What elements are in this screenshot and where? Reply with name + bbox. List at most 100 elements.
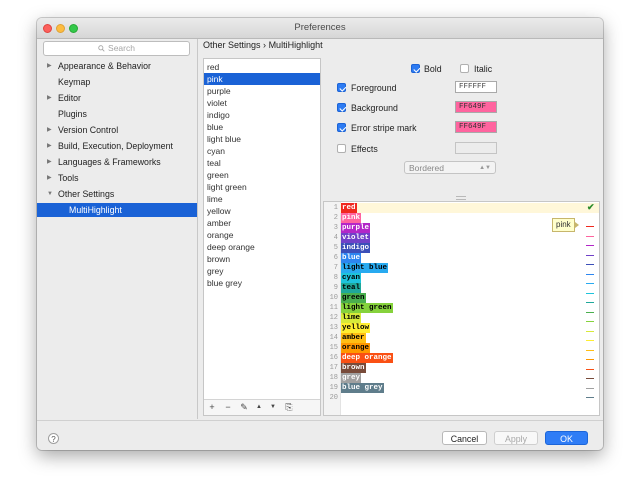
move-up-icon[interactable]: ▲ [252, 400, 266, 415]
error-stripe-mark[interactable] [586, 397, 594, 398]
preview-line: 14 amber [324, 333, 599, 343]
line-number: 13 [329, 324, 338, 332]
italic-label: Italic [474, 64, 493, 74]
zoom-window-icon[interactable] [69, 24, 78, 33]
effects-checkbox[interactable] [337, 144, 346, 153]
edit-icon[interactable]: ✎ [237, 400, 251, 415]
error-stripe-mark[interactable] [586, 311, 594, 313]
background-checkbox[interactable] [337, 103, 346, 112]
preview-line: 20 [324, 393, 599, 403]
sidebar-item-languages-frameworks[interactable]: ▶ Languages & Frameworks [37, 155, 197, 169]
error-stripe-mark[interactable] [586, 378, 594, 379]
error-stripe-mark[interactable] [586, 254, 594, 256]
error-stripe-mark[interactable] [586, 264, 594, 265]
error-stripe-mark[interactable] [586, 273, 594, 275]
highlight-preview-editor[interactable]: 1 red 2 pink 3 purple 4 violet 5 indigo 6 blue 7 ligh… [323, 201, 600, 416]
list-item[interactable]: light blue [204, 133, 320, 145]
list-item[interactable]: red [204, 61, 320, 73]
background-label: Background [351, 103, 398, 113]
sidebar-item-label: MultiHighlight [69, 205, 122, 215]
foreground-color-swatch[interactable]: FFFFFF [455, 81, 497, 93]
highlight-color-list[interactable]: red pink purple violet indigo blue light… [203, 58, 321, 416]
highlighted-word: purple [341, 223, 371, 233]
error-stripe-mark[interactable] [586, 387, 594, 389]
line-number: 5 [333, 244, 338, 252]
error-stripe-mark[interactable] [586, 283, 594, 284]
sidebar-item-other-settings[interactable]: ▼ Other Settings [37, 187, 197, 201]
list-item[interactable]: green [204, 169, 320, 181]
close-window-icon[interactable] [43, 24, 52, 33]
list-item[interactable]: amber [204, 217, 320, 229]
error-stripe-mark[interactable] [586, 235, 594, 237]
error-stripe-mark[interactable] [586, 349, 594, 351]
remove-icon[interactable]: − [221, 400, 235, 415]
bold-checkbox[interactable] [411, 64, 420, 73]
error-stripe-mark[interactable] [586, 330, 594, 332]
list-item[interactable]: yellow [204, 205, 320, 217]
sidebar-item-multihighlight[interactable]: MultiHighlight [37, 203, 197, 217]
error-stripe-mark[interactable] [586, 292, 594, 294]
list-item[interactable]: cyan [204, 145, 320, 157]
line-number: 16 [329, 354, 338, 362]
add-icon[interactable]: + [205, 400, 219, 415]
list-item[interactable]: lime [204, 193, 320, 205]
italic-checkbox[interactable] [460, 64, 469, 73]
list-item[interactable]: brown [204, 253, 320, 265]
error-stripe-mark[interactable] [586, 226, 594, 227]
breadcrumb-parent: Other Settings [203, 40, 261, 50]
error-stripe-color-swatch[interactable]: FF649F [455, 121, 497, 133]
list-item[interactable]: indigo [204, 109, 320, 121]
foreground-checkbox[interactable] [337, 83, 346, 92]
cancel-button[interactable]: Cancel [442, 431, 487, 445]
sidebar-item-build-execution-deployment[interactable]: ▶ Build, Execution, Deployment [37, 139, 197, 153]
list-item-label: lime [207, 194, 223, 204]
list-item[interactable]: blue [204, 121, 320, 133]
effects-color-swatch [455, 142, 497, 154]
list-item[interactable]: grey [204, 265, 320, 277]
line-number: 6 [333, 254, 338, 262]
sidebar-item-editor[interactable]: ▶ Editor [37, 91, 197, 105]
sidebar-item-plugins[interactable]: Plugins [37, 107, 197, 121]
list-item[interactable]: deep orange [204, 241, 320, 253]
apply-button[interactable]: Apply [494, 431, 538, 445]
list-item[interactable]: light green [204, 181, 320, 193]
ok-button[interactable]: OK [545, 431, 588, 445]
splitter-handle[interactable] [456, 196, 466, 200]
search-input[interactable]: Search [43, 41, 190, 56]
dialog-footer: ? Cancel Apply OK [37, 420, 603, 450]
list-item[interactable]: violet [204, 97, 320, 109]
error-stripe-mark[interactable] [586, 245, 594, 246]
error-stripe-mark[interactable] [586, 359, 594, 360]
highlighted-word: lime [341, 313, 362, 323]
list-item[interactable]: blue grey [204, 277, 320, 289]
error-stripe-mark[interactable] [586, 340, 594, 341]
effect-type-select[interactable]: Bordered ▲▼ [404, 161, 496, 174]
preview-line: 16 deep orange [324, 353, 599, 363]
error-stripe-mark[interactable] [586, 302, 594, 303]
sidebar-item-tools[interactable]: ▶ Tools [37, 171, 197, 185]
list-item-label: cyan [207, 146, 225, 156]
help-icon[interactable]: ? [48, 433, 59, 444]
copy-icon[interactable]: ⎘ [282, 400, 296, 415]
list-item-label: purple [207, 86, 231, 96]
list-item[interactable]: orange [204, 229, 320, 241]
sidebar-item-appearance-behavior[interactable]: ▶ Appearance & Behavior [37, 59, 197, 73]
move-down-icon[interactable]: ▼ [266, 400, 280, 415]
sidebar-item-version-control[interactable]: ▶ Version Control [37, 123, 197, 137]
highlighted-word: orange [341, 343, 371, 353]
list-item[interactable]: purple [204, 85, 320, 97]
highlighted-word: brown [341, 363, 366, 373]
list-item[interactable]: teal [204, 157, 320, 169]
highlighted-word: blue grey [341, 383, 384, 393]
minimize-window-icon[interactable] [56, 24, 65, 33]
error-stripe-checkbox[interactable] [337, 123, 346, 132]
sidebar-item-keymap[interactable]: Keymap [37, 75, 197, 89]
background-color-swatch[interactable]: FF649F [455, 101, 497, 113]
sidebar-item-label: Build, Execution, Deployment [58, 141, 173, 151]
sidebar-item-label: Editor [58, 93, 81, 103]
error-stripe-mark[interactable] [586, 321, 594, 322]
list-item[interactable]: pink [204, 73, 320, 85]
error-stripe-mark[interactable] [586, 368, 594, 370]
preview-line: 13 yellow [324, 323, 599, 333]
chevron-right-icon: ▶ [47, 127, 52, 133]
